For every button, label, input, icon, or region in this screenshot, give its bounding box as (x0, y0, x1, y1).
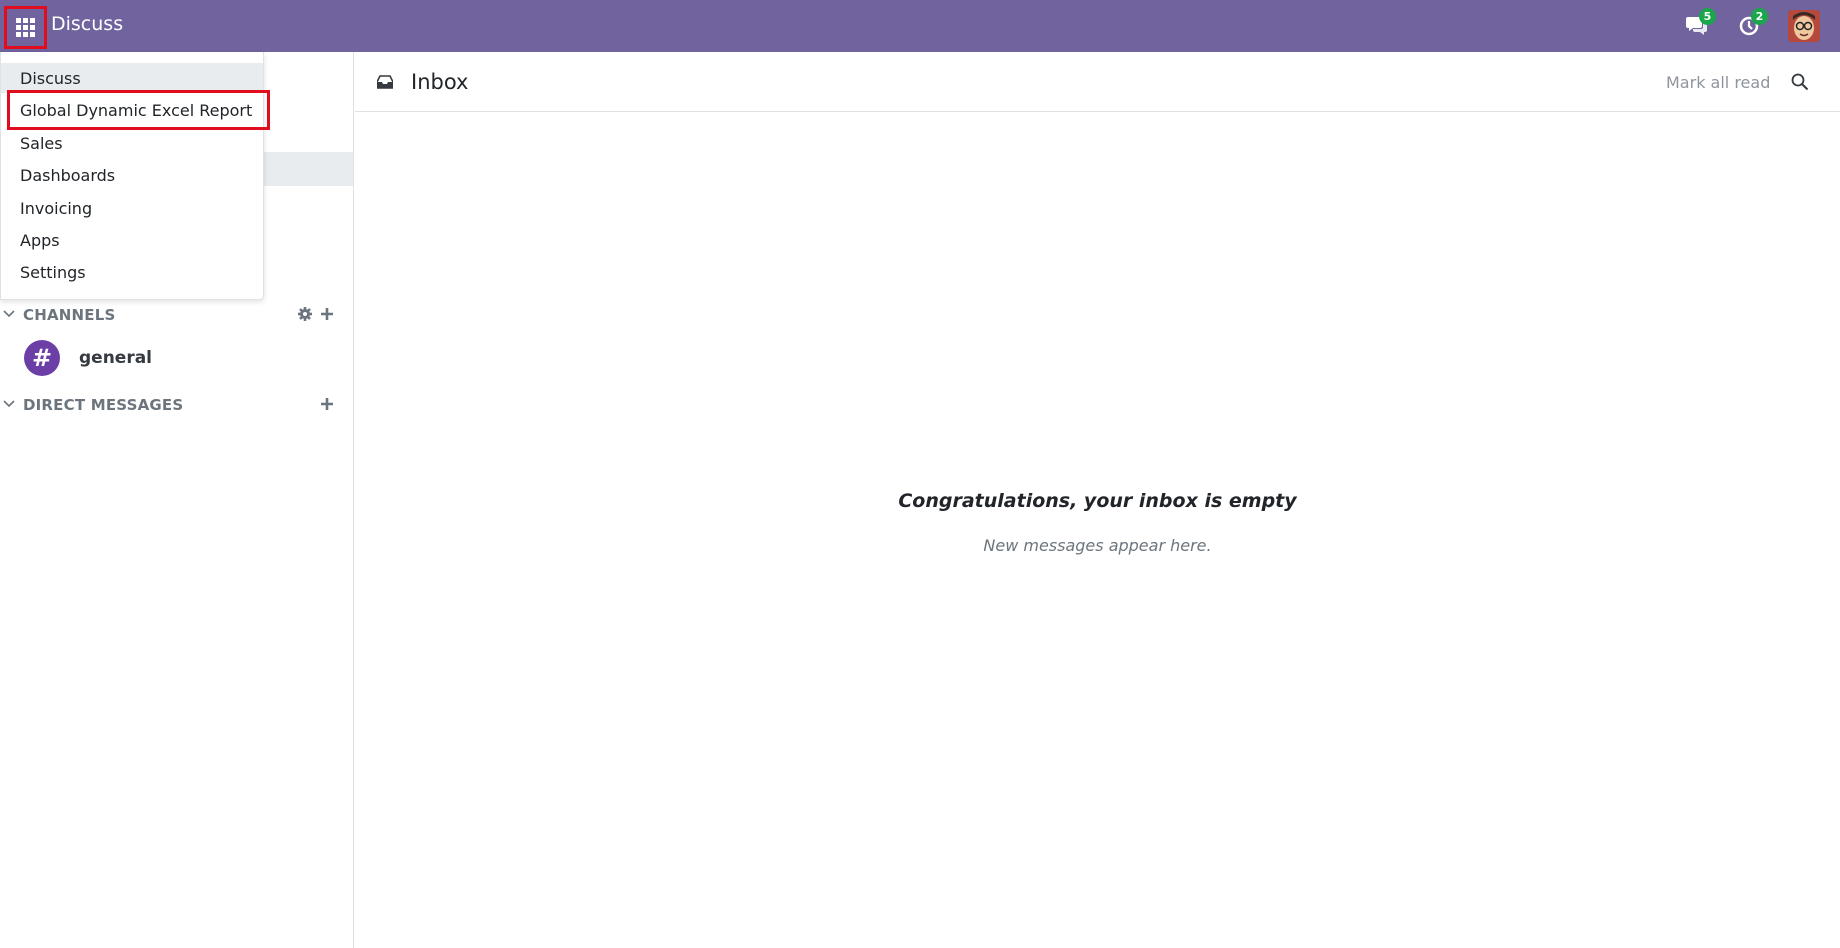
apps-grid-icon (16, 18, 35, 37)
hash-icon: # (24, 340, 60, 376)
top-navbar: Discuss 5 2 (0, 0, 1840, 52)
user-avatar[interactable] (1788, 10, 1820, 42)
app-brand-title[interactable]: Discuss (51, 13, 123, 35)
direct-messages-section-header[interactable]: DIRECT MESSAGES (0, 394, 354, 416)
main-header: Inbox Mark all read (355, 52, 1840, 112)
chevron-down-icon[interactable] (2, 307, 16, 321)
channels-section-header[interactable]: CHANNELS (0, 304, 354, 326)
apps-menu-button[interactable] (4, 6, 47, 49)
messages-menu-button[interactable]: 5 (1683, 8, 1716, 40)
chevron-down-icon[interactable] (2, 397, 16, 411)
messages-count-badge: 5 (1699, 8, 1716, 25)
activities-menu-button[interactable]: 2 (1735, 8, 1768, 40)
mark-all-read-button[interactable]: Mark all read (1666, 73, 1770, 92)
menu-item-settings[interactable]: Settings (1, 257, 263, 287)
menu-item-apps[interactable]: Apps (1, 225, 263, 255)
channel-name: general (79, 348, 153, 368)
channels-title: CHANNELS (23, 306, 116, 324)
channel-item-general[interactable]: # general (0, 335, 354, 381)
search-icon[interactable] (1791, 73, 1809, 91)
inbox-icon (377, 75, 393, 89)
add-channel-plus-icon[interactable] (319, 306, 335, 322)
avatar-face-icon (1788, 10, 1820, 42)
highlight-box (7, 90, 270, 130)
menu-item-dashboards[interactable]: Dashboards (1, 160, 263, 190)
page-title: Inbox (411, 70, 469, 94)
menu-item-discuss[interactable]: Discuss (1, 63, 263, 93)
menu-item-invoicing[interactable]: Invoicing (1, 193, 263, 223)
empty-inbox-subtitle: New messages appear here. (983, 536, 1212, 555)
add-direct-message-plus-icon[interactable] (319, 396, 335, 412)
empty-inbox-title: Congratulations, your inbox is empty (898, 490, 1297, 512)
direct-messages-title: DIRECT MESSAGES (23, 396, 184, 414)
gear-icon[interactable] (297, 306, 313, 322)
menu-item-sales[interactable]: Sales (1, 128, 263, 158)
activities-count-badge: 2 (1751, 8, 1768, 25)
